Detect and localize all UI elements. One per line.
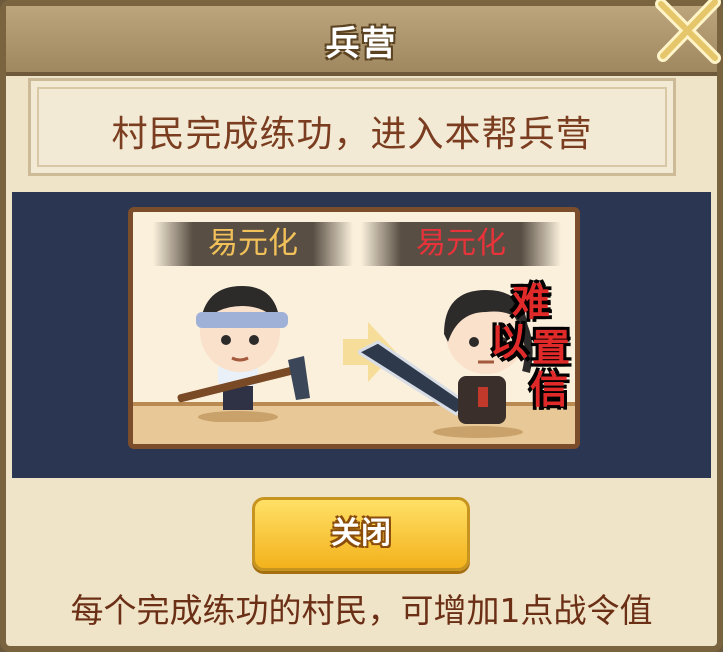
left-character-name: 易元化 [153,222,353,266]
stamp-char-1: 难 [512,280,551,324]
subtitle-box: 村民完成练功，进入本帮兵营 [28,78,676,176]
astonished-stamp: 难 以 置 信 [490,280,590,432]
stamp-char-3: 置 [532,326,571,370]
right-character-name: 易元化 [361,222,561,266]
close-x-icon[interactable] [651,0,723,68]
stamp-char-2: 以 [490,320,529,364]
title-bar: 兵营 [6,6,717,76]
subtitle-text: 村民完成练功，进入本帮兵营 [111,114,593,155]
dialog-title: 兵营 [325,24,398,64]
footer-hint: 每个完成练功的村民，可增加1点战令值 [70,591,653,630]
close-button[interactable]: 关闭 [252,497,470,571]
stamp-char-4: 信 [530,368,569,412]
villager-character-icon [177,286,310,422]
